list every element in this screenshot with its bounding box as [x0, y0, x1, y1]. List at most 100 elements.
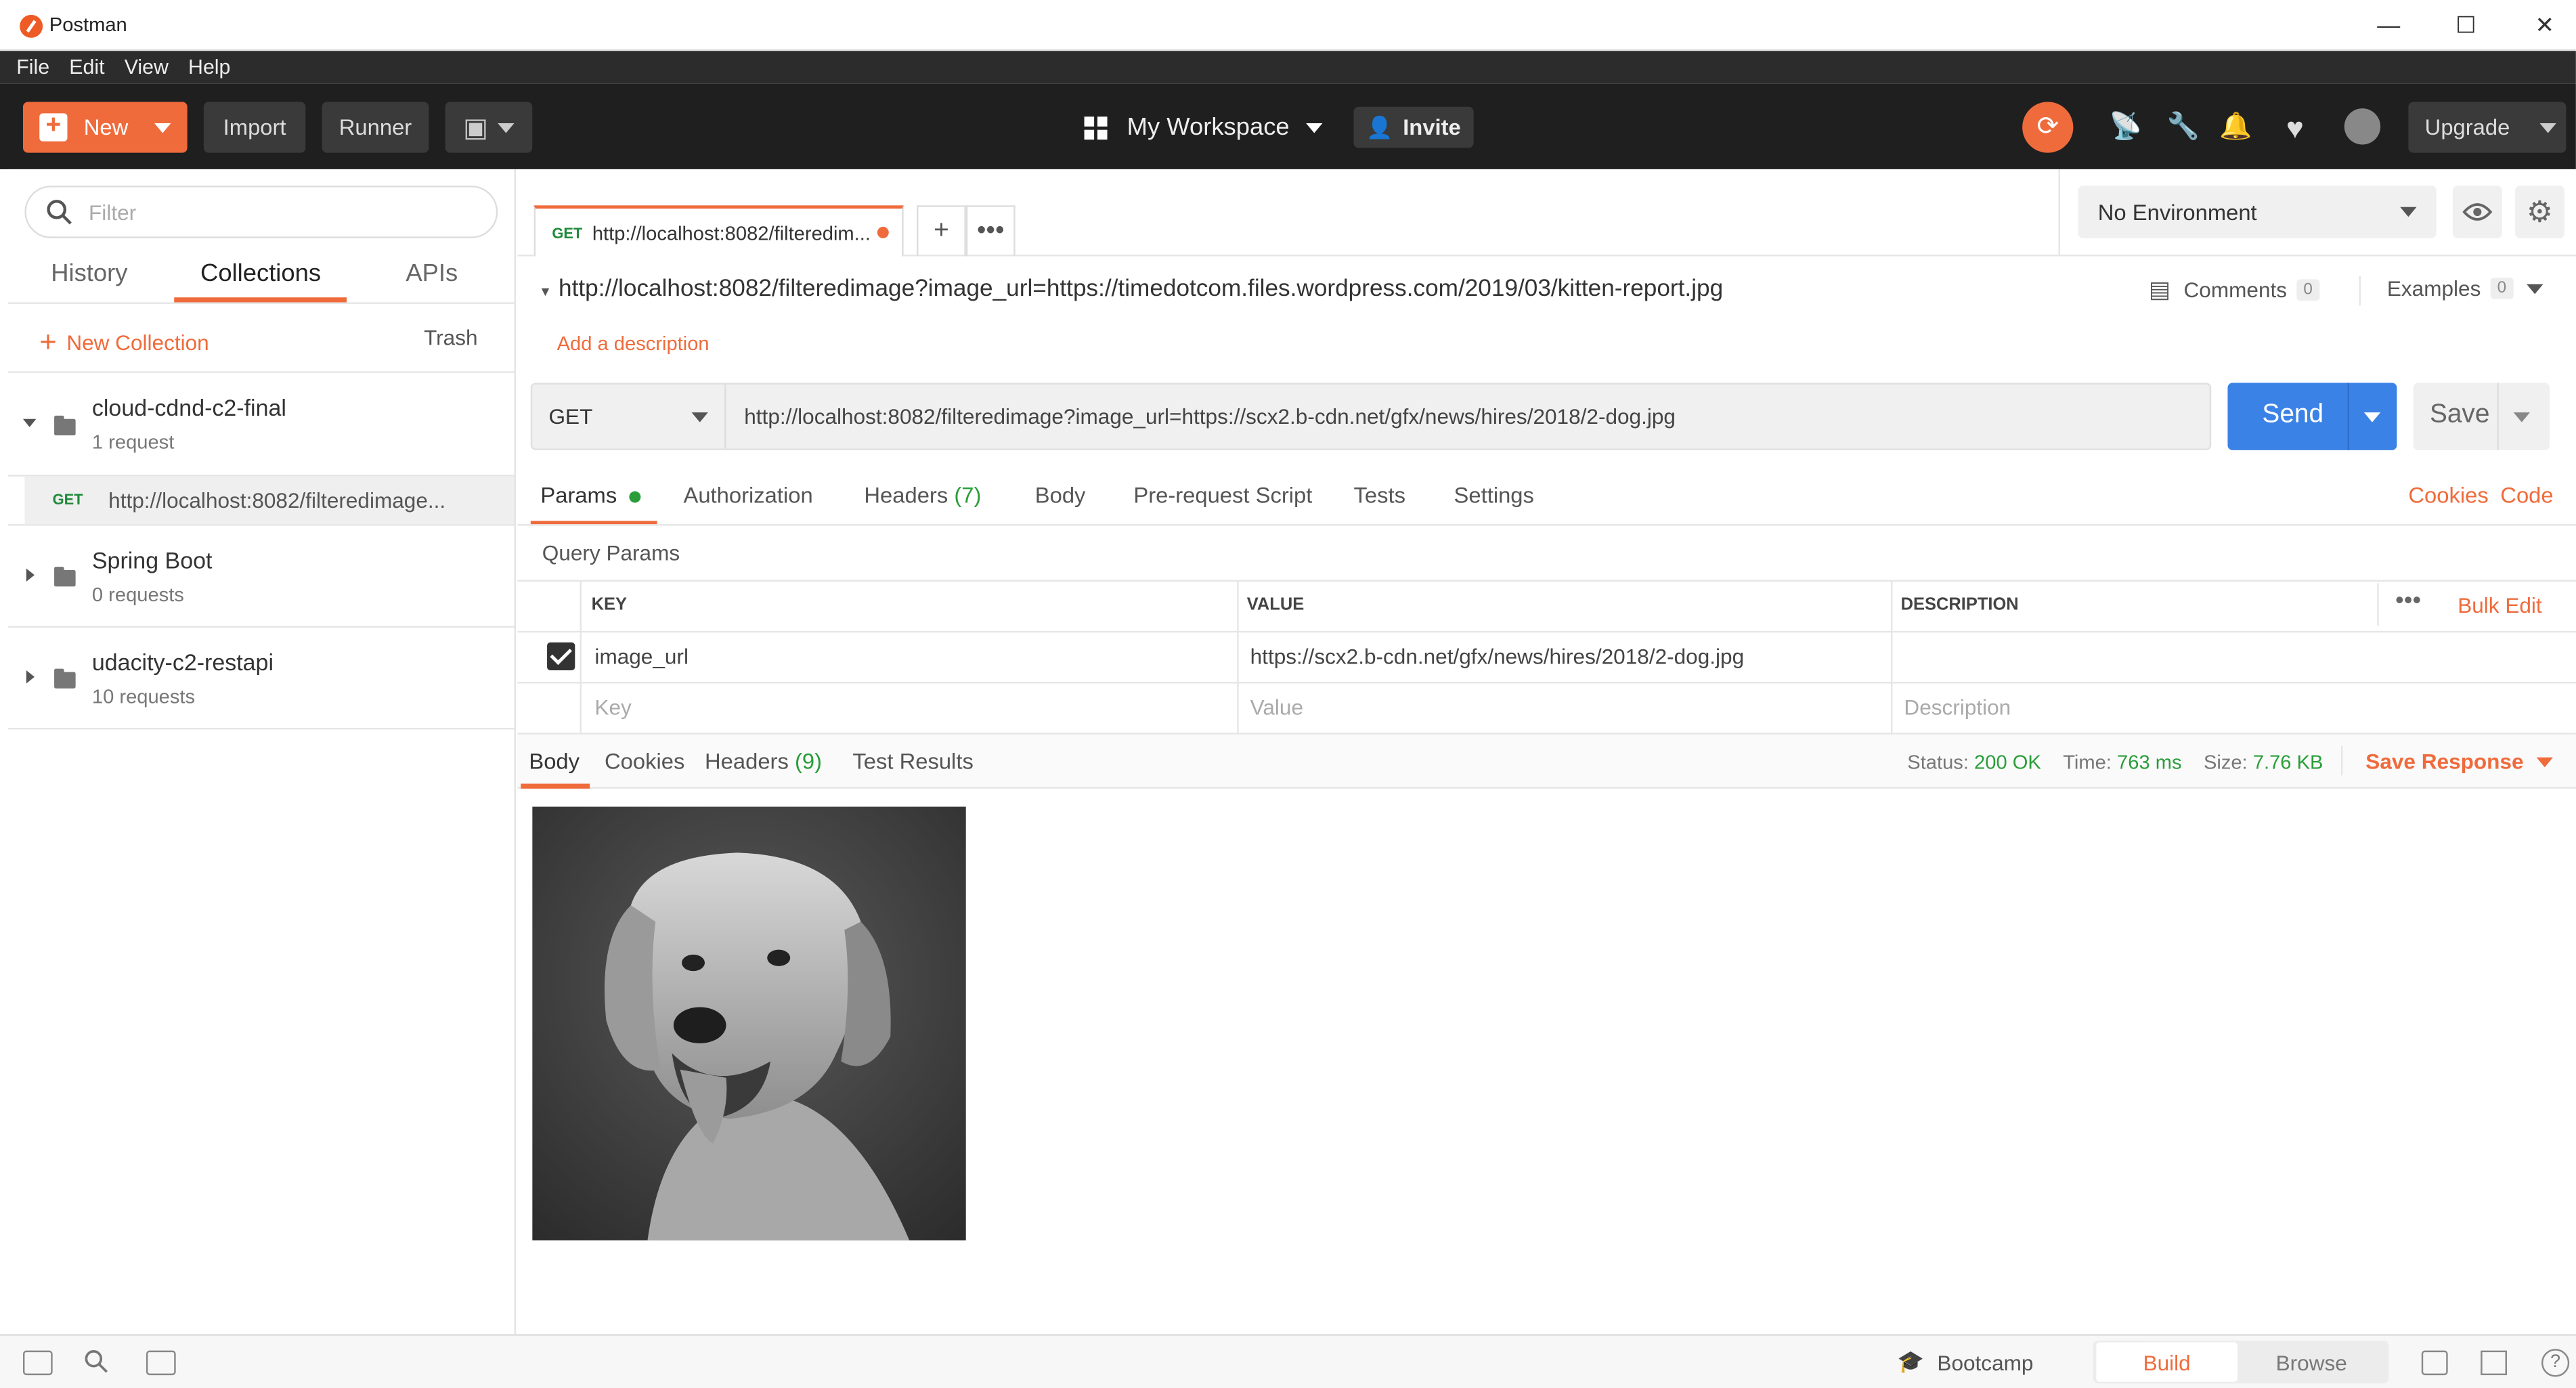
param-key-input[interactable]: image_url: [594, 644, 689, 668]
keyboard-icon[interactable]: [2481, 1350, 2507, 1376]
method-select[interactable]: GET: [532, 384, 726, 449]
environment-select[interactable]: No Environment: [2078, 186, 2437, 238]
close-button[interactable]: ✕: [2530, 10, 2560, 40]
menu-help[interactable]: Help: [188, 51, 230, 84]
build-mode-button[interactable]: Build: [2096, 1342, 2238, 1382]
satellite-icon[interactable]: 📡: [2110, 113, 2143, 143]
title-bar: Postman — ☐ ✕: [0, 0, 2576, 51]
tab-apis[interactable]: APIs: [406, 259, 458, 287]
collapse-arrow-icon[interactable]: ▼: [539, 284, 552, 299]
url-input[interactable]: http://localhost:8082/filteredimage?imag…: [744, 404, 1676, 429]
new-description-input[interactable]: Description: [1904, 695, 2011, 719]
folder-icon: [54, 668, 76, 689]
bulk-edit-link[interactable]: Bulk Edit: [2458, 593, 2542, 617]
add-description-link[interactable]: Add a description: [557, 332, 710, 355]
collapse-arrow-icon[interactable]: [22, 418, 37, 427]
divider: [1237, 580, 1239, 733]
comments-button[interactable]: ▤ Comments 0: [2149, 276, 2319, 304]
request-tab[interactable]: GET http://localhost:8082/filteredim...: [533, 205, 904, 257]
sync-icon[interactable]: ⟳: [2022, 102, 2074, 153]
folder-icon: [54, 415, 76, 436]
new-button[interactable]: + New: [22, 102, 188, 153]
active-tab-indicator: [521, 783, 590, 789]
response-tab-body[interactable]: Body: [529, 750, 580, 774]
examples-button[interactable]: Examples 0: [2387, 276, 2543, 301]
more-tabs-button[interactable]: •••: [965, 205, 1016, 257]
minimize-button[interactable]: —: [2374, 10, 2403, 40]
workspace-selector[interactable]: My Workspace: [1084, 113, 1323, 142]
divider: [8, 524, 516, 526]
add-tab-button[interactable]: +: [917, 205, 966, 257]
new-button-label: New: [83, 114, 129, 140]
maximize-button[interactable]: ☐: [2451, 10, 2481, 40]
two-pane-view-icon[interactable]: [2421, 1350, 2448, 1376]
headers-label: Headers: [864, 483, 948, 508]
tab-history[interactable]: History: [51, 259, 127, 287]
tab-authorization[interactable]: Authorization: [683, 483, 812, 507]
environment-quick-look-button[interactable]: [2452, 186, 2502, 238]
response-tab-test-results[interactable]: Test Results: [852, 750, 973, 774]
tab-settings[interactable]: Settings: [1454, 483, 1534, 507]
divider: [1891, 580, 1893, 733]
method-label: GET: [548, 404, 593, 429]
tab-body[interactable]: Body: [1035, 483, 1086, 507]
request-name[interactable]: http://localhost:8082/filteredimage?imag…: [559, 276, 1723, 303]
tab-params[interactable]: Params: [540, 483, 642, 508]
expand-arrow-icon[interactable]: [26, 568, 35, 582]
collection-count: 10 requests: [91, 685, 196, 708]
avatar[interactable]: [2344, 108, 2381, 145]
find-icon[interactable]: [84, 1349, 110, 1375]
chevron-down-icon[interactable]: [154, 123, 171, 133]
import-button[interactable]: Import: [203, 102, 306, 153]
console-icon[interactable]: [146, 1350, 176, 1376]
new-window-button[interactable]: ▣: [445, 102, 533, 153]
collection-name[interactable]: cloud-cdnd-c2-final: [92, 394, 286, 420]
collection-name[interactable]: udacity-c2-restapi: [92, 649, 274, 676]
active-tab-indicator: [174, 297, 347, 303]
menu-view[interactable]: View: [125, 51, 169, 84]
bootcamp-button[interactable]: 🎓 Bootcamp: [1898, 1349, 2034, 1375]
divider: [517, 682, 2576, 684]
column-header-key: KEY: [591, 594, 627, 615]
browse-mode-button[interactable]: Browse: [2241, 1343, 2382, 1382]
cookies-link[interactable]: Cookies: [2408, 483, 2488, 507]
code-link[interactable]: Code: [2500, 483, 2553, 507]
runner-button[interactable]: Runner: [322, 102, 429, 153]
divider: [2359, 276, 2361, 306]
response-headers-count: (9): [794, 749, 823, 774]
tab-collections[interactable]: Collections: [200, 259, 321, 287]
save-button[interactable]: Save: [2413, 383, 2550, 450]
chevron-down-icon[interactable]: [2363, 412, 2381, 422]
expand-arrow-icon[interactable]: [26, 670, 35, 684]
filter-input[interactable]: Filter: [24, 186, 498, 238]
save-response-button[interactable]: Save Response: [2365, 750, 2554, 774]
graduation-cap-icon: 🎓: [1897, 1349, 1925, 1374]
request-item[interactable]: GET http://localhost:8082/filteredimage.…: [24, 476, 515, 525]
invite-button[interactable]: 👤 Invite: [1353, 106, 1474, 148]
heart-icon[interactable]: ♥: [2279, 113, 2312, 143]
collection-name[interactable]: Spring Boot: [92, 547, 213, 573]
response-tab-headers[interactable]: Headers (9): [705, 750, 822, 774]
param-enabled-checkbox[interactable]: [547, 642, 575, 671]
tab-tests[interactable]: Tests: [1354, 483, 1405, 507]
upgrade-button[interactable]: Upgrade: [2408, 102, 2567, 153]
response-tab-cookies[interactable]: Cookies: [605, 750, 684, 774]
menu-file[interactable]: File: [16, 51, 49, 84]
tab-prerequest-script[interactable]: Pre-request Script: [1133, 483, 1312, 507]
sidebar-toggle-icon[interactable]: [22, 1350, 53, 1376]
wrench-icon[interactable]: 🔧: [2167, 113, 2200, 143]
chevron-down-icon[interactable]: [2513, 412, 2530, 422]
more-options-icon[interactable]: •••: [2395, 586, 2421, 614]
tab-headers[interactable]: Headers (7): [864, 483, 981, 507]
new-collection-button[interactable]: + New Collection: [39, 325, 209, 360]
new-key-input[interactable]: Key: [594, 695, 631, 719]
trash-button[interactable]: Trash: [424, 325, 477, 349]
menu-edit[interactable]: Edit: [69, 51, 104, 84]
help-icon[interactable]: ?: [2541, 1349, 2570, 1377]
send-button[interactable]: Send: [2227, 383, 2397, 450]
workspace-label: My Workspace: [1127, 113, 1290, 142]
bell-icon[interactable]: 🔔: [2219, 113, 2252, 143]
param-value-input[interactable]: https://scx2.b-cdn.net/gfx/news/hires/20…: [1250, 644, 1744, 668]
new-value-input[interactable]: Value: [1250, 695, 1303, 719]
settings-gear-icon[interactable]: ⚙: [2515, 186, 2564, 238]
